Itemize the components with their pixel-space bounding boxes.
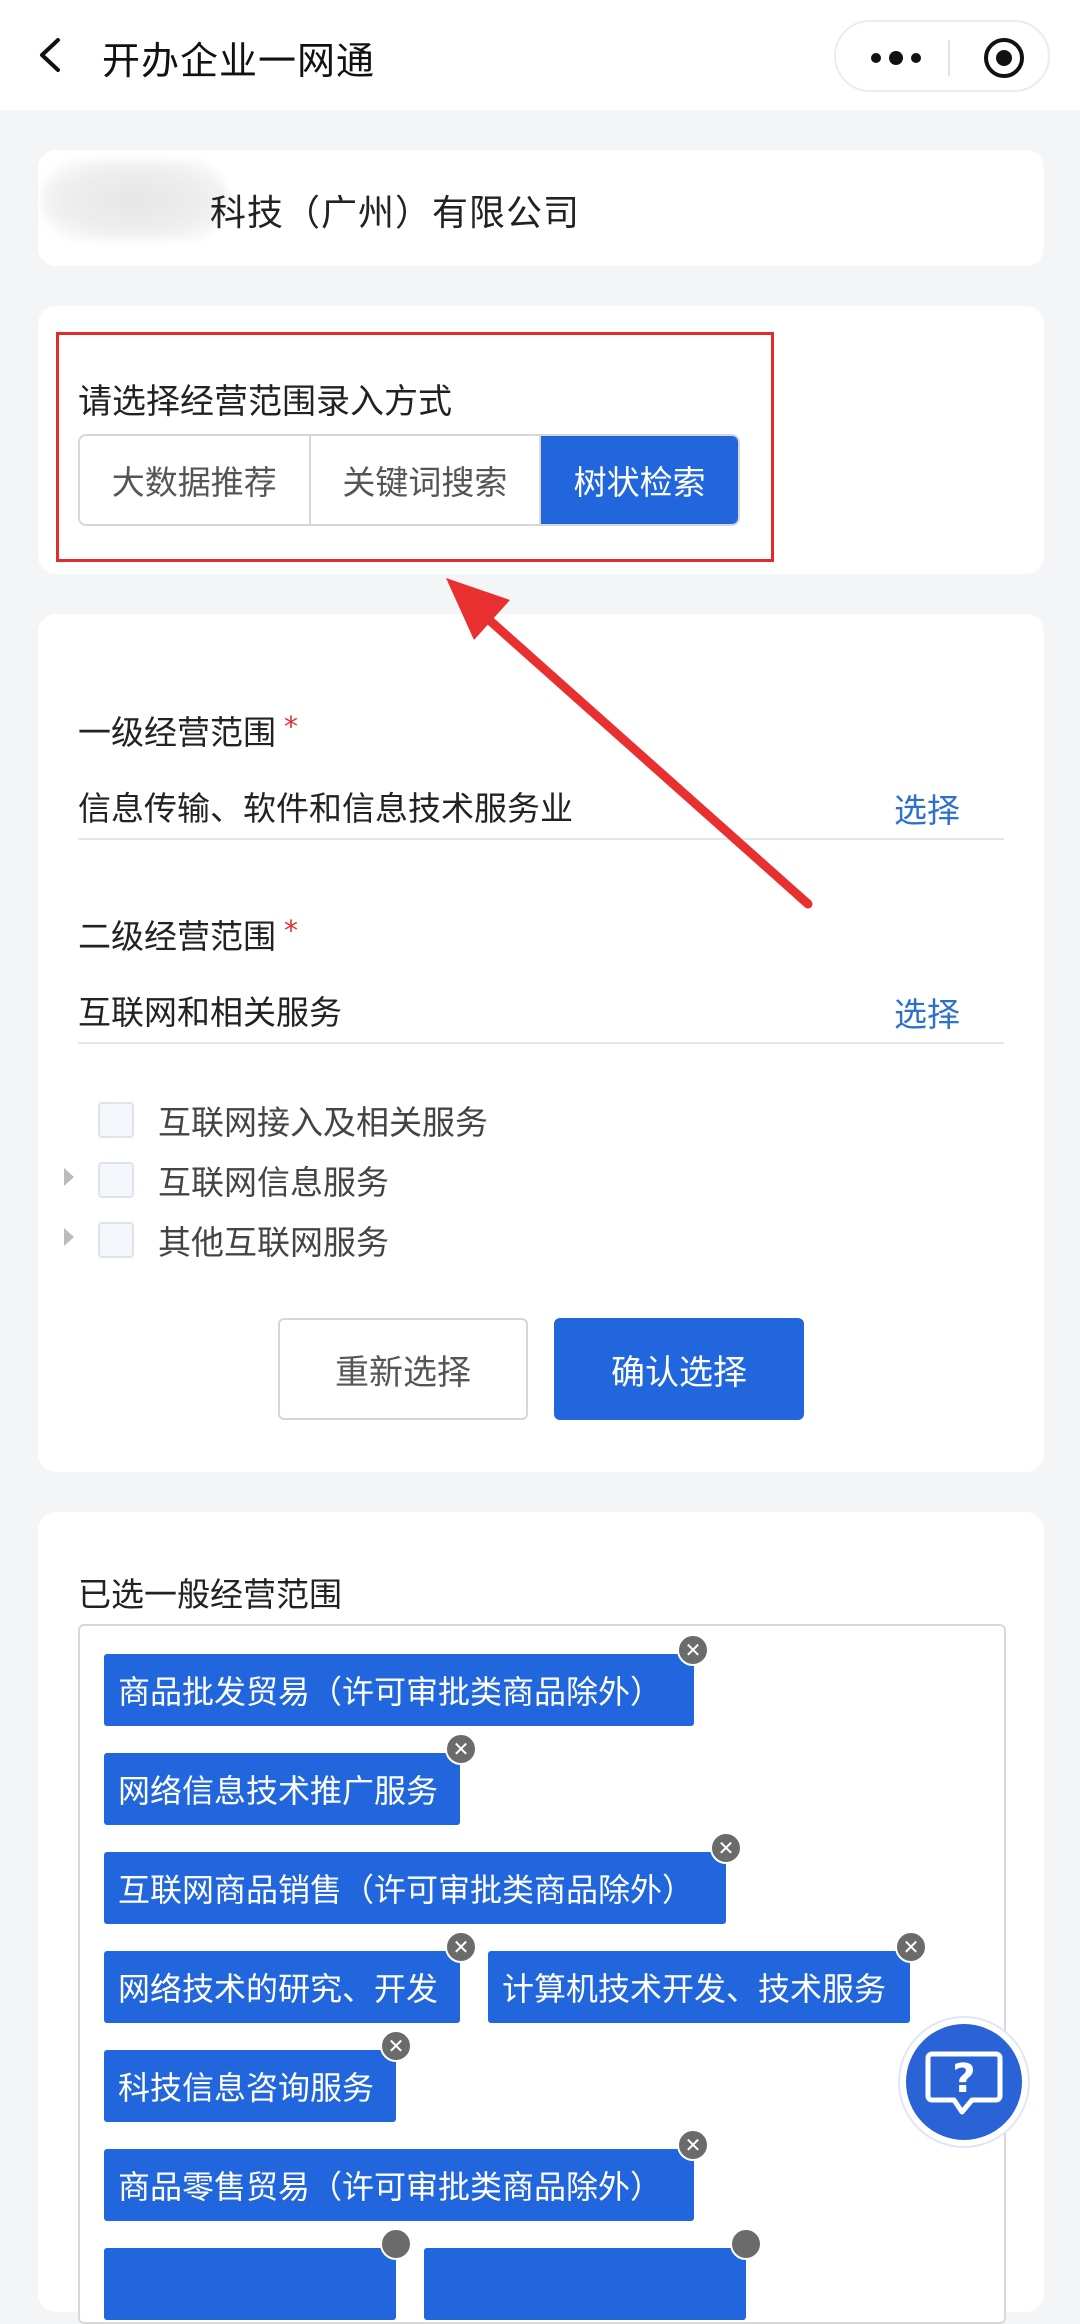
- remove-icon[interactable]: [380, 2228, 412, 2260]
- scope-tag-label: 互联网商品销售（许可审批类商品除外）: [118, 1871, 695, 1909]
- checkbox[interactable]: [98, 1222, 134, 1258]
- company-card: 科技（广州）有限公司: [38, 150, 1044, 266]
- scope-tag: 网络信息技术推广服务: [104, 1753, 460, 1825]
- scope-tag-label: 计算机技术开发、技术服务: [502, 1970, 887, 2008]
- level2-select-button[interactable]: 选择: [894, 988, 960, 1036]
- level1-scope-label: 一级经营范围 *: [78, 710, 298, 752]
- checkbox[interactable]: [98, 1162, 134, 1198]
- scope-tag: 商品零售贸易（许可审批类商品除外）: [104, 2149, 694, 2221]
- tree-item-label: 互联网信息服务: [158, 1163, 389, 1202]
- chevron-right-icon[interactable]: [64, 1228, 74, 1246]
- remove-icon[interactable]: ✕: [677, 2129, 709, 2161]
- scope-tag: [104, 2248, 396, 2320]
- help-question-icon: ?: [925, 2051, 1003, 2115]
- level1-select-button[interactable]: 选择: [894, 784, 960, 832]
- remove-icon[interactable]: ✕: [380, 2030, 412, 2062]
- scope-tag: 计算机技术开发、技术服务: [488, 1951, 910, 2023]
- miniprogram-capsule: [834, 20, 1050, 92]
- required-mark: *: [284, 914, 298, 947]
- more-dots-icon[interactable]: [866, 40, 926, 76]
- remove-icon[interactable]: ✕: [677, 1634, 709, 1666]
- remove-icon[interactable]: ✕: [895, 1931, 927, 1963]
- back-arrow-icon[interactable]: [28, 28, 76, 82]
- help-button[interactable]: ?: [900, 2018, 1028, 2146]
- target-icon[interactable]: [982, 36, 1026, 80]
- capsule-divider: [948, 40, 950, 76]
- selected-scope-title: 已选一般经营范围: [78, 1575, 342, 1614]
- tab-keyword-search[interactable]: 关键词搜索: [310, 436, 542, 524]
- blurred-company-prefix: [42, 160, 228, 240]
- tree-item-label: 互联网接入及相关服务: [158, 1103, 488, 1142]
- level1-divider: [78, 838, 1004, 840]
- confirm-selection-button[interactable]: 确认选择: [554, 1318, 804, 1420]
- reset-selection-button[interactable]: 重新选择: [278, 1318, 528, 1420]
- level2-divider: [78, 1042, 1004, 1044]
- scope-tag: 网络技术的研究、开发: [104, 1951, 460, 2023]
- tree-item-label: 其他互联网服务: [158, 1223, 389, 1262]
- scope-tag-label: 科技信息咨询服务: [118, 2069, 375, 2107]
- level2-scope-value: 互联网和相关服务: [78, 993, 342, 1032]
- scope-tag: 科技信息咨询服务: [104, 2050, 396, 2122]
- scope-tag-label: 商品批发贸易（许可审批类商品除外）: [118, 1673, 663, 1711]
- chevron-right-icon[interactable]: [64, 1168, 74, 1186]
- remove-icon[interactable]: ✕: [710, 1832, 742, 1864]
- scope-tag: 互联网商品销售（许可审批类商品除外）: [104, 1852, 726, 1924]
- tab-tree-search[interactable]: 树状检索: [541, 436, 738, 524]
- checkbox[interactable]: [98, 1102, 134, 1138]
- tab-big-data-recommend[interactable]: 大数据推荐: [80, 436, 311, 524]
- level1-scope-value: 信息传输、软件和信息技术服务业: [78, 789, 573, 828]
- top-nav-bar: 开办企业一网通: [0, 0, 1080, 110]
- remove-icon[interactable]: ✕: [445, 1733, 477, 1765]
- scope-tag-label: 商品零售贸易（许可审批类商品除外）: [118, 2168, 663, 2206]
- scope-tag-label: 网络技术的研究、开发: [118, 1970, 439, 2008]
- remove-icon[interactable]: ✕: [445, 1931, 477, 1963]
- scope-tag: [424, 2248, 746, 2320]
- company-name: 科技（广州）有限公司: [210, 193, 581, 234]
- remove-icon[interactable]: [730, 2228, 762, 2260]
- svg-text:?: ?: [952, 2056, 975, 2102]
- entry-mode-segmented-control: 大数据推荐 关键词搜索 树状检索: [78, 434, 740, 526]
- level2-scope-label: 二级经营范围 *: [78, 914, 298, 956]
- page-title: 开办企业一网通: [102, 39, 376, 83]
- scope-tag: 商品批发贸易（许可审批类商品除外）: [104, 1654, 694, 1726]
- required-mark: *: [284, 710, 298, 743]
- scope-tag-label: 网络信息技术推广服务: [118, 1772, 439, 1810]
- entry-mode-label: 请选择经营范围录入方式: [78, 382, 452, 422]
